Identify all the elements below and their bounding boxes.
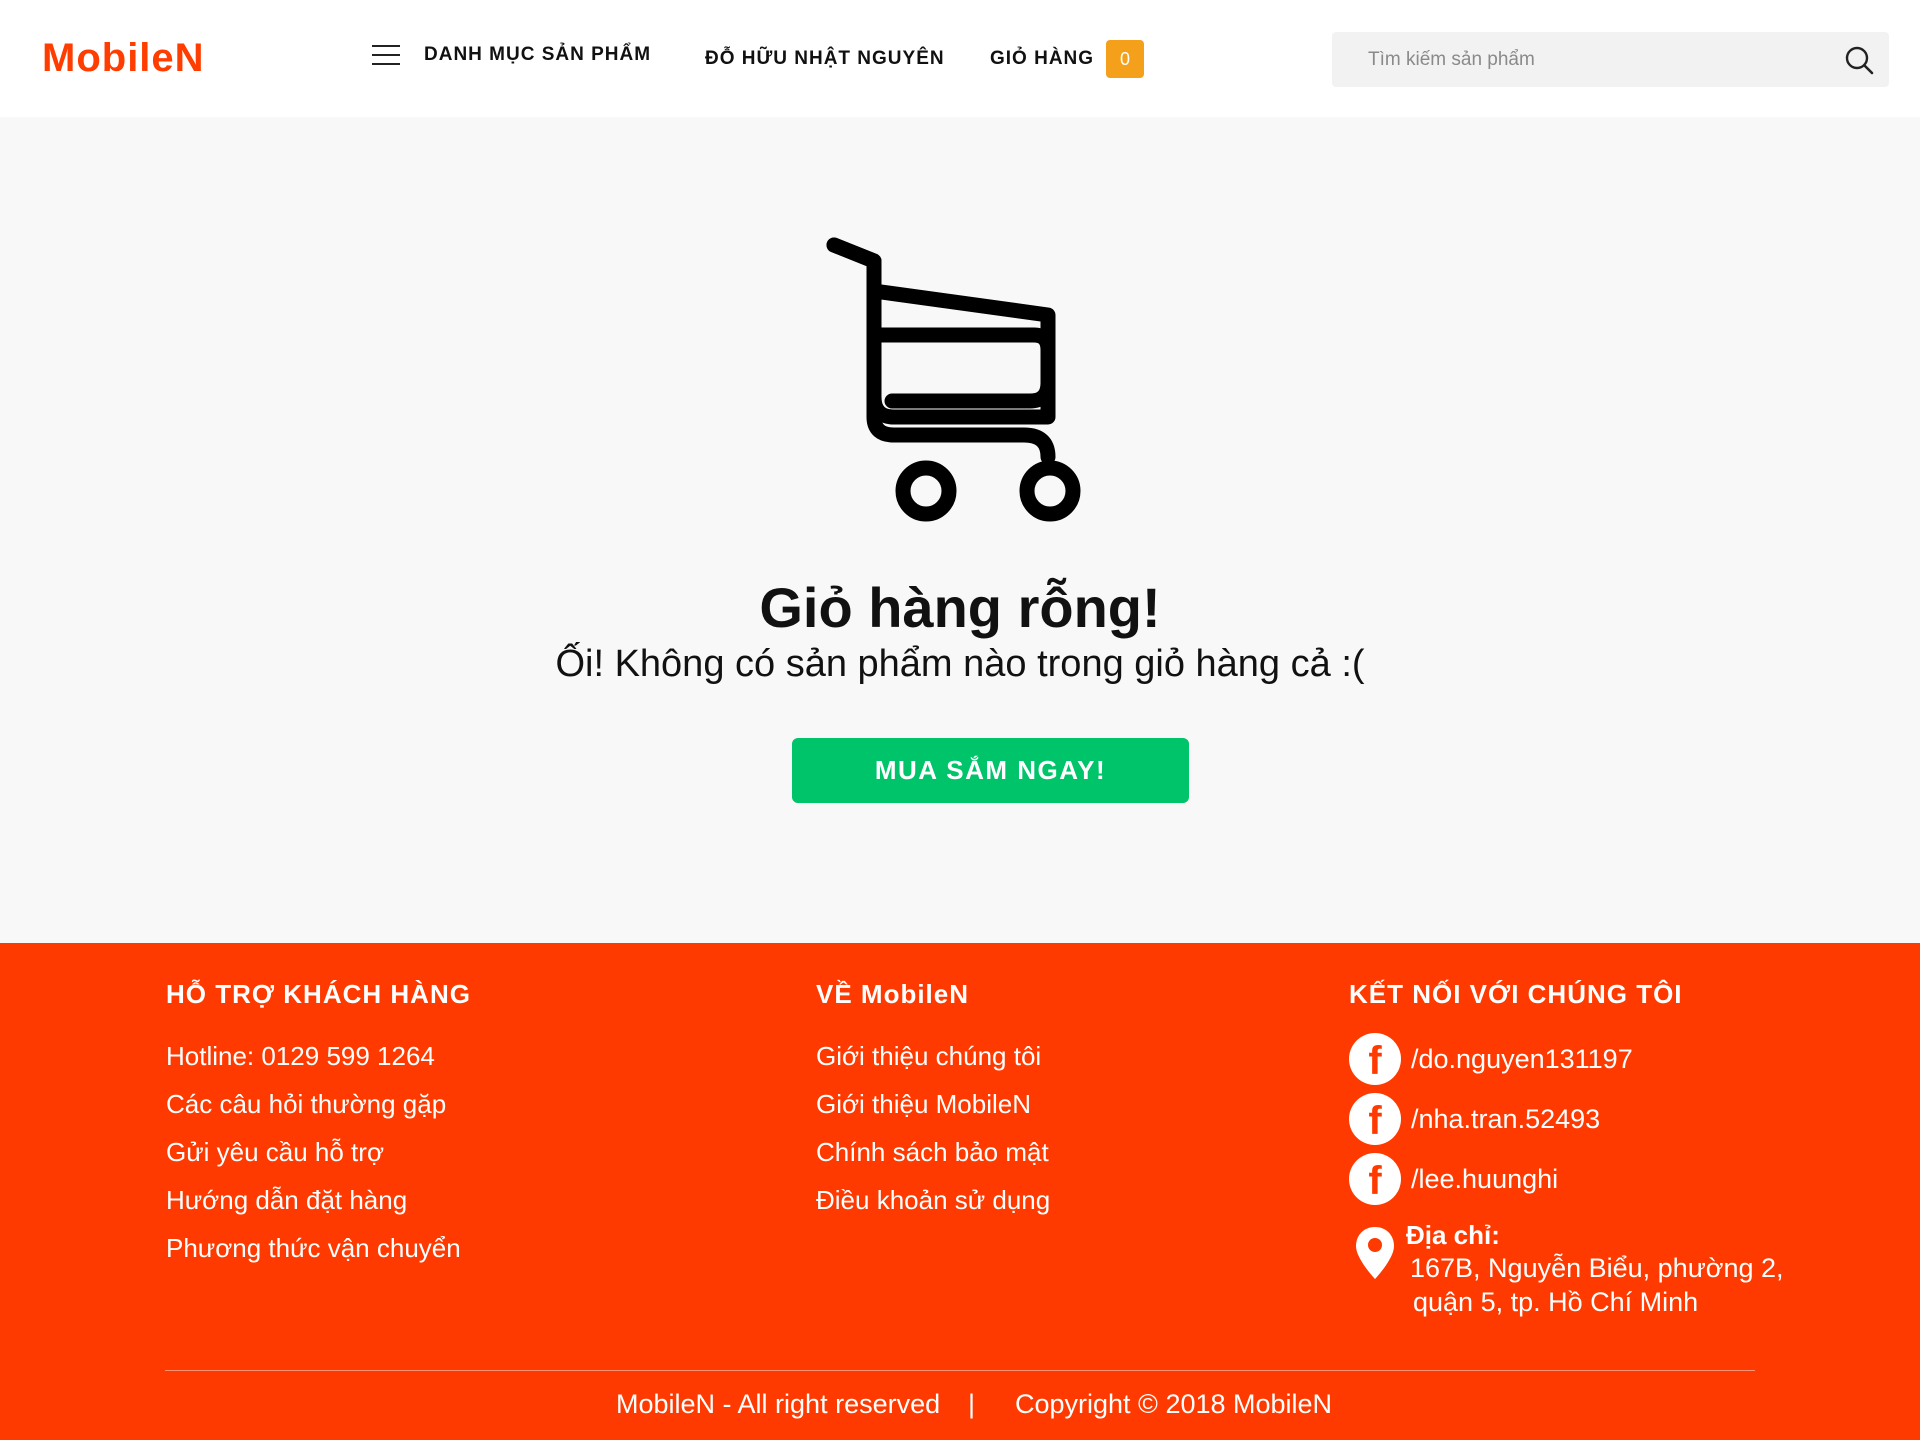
- hamburger-icon[interactable]: [372, 45, 400, 65]
- footer-divider: [165, 1370, 1755, 1371]
- cart-count-badge: 0: [1106, 40, 1145, 78]
- connect-column-title: KẾT NỐI VỚI CHÚNG TÔI: [1349, 979, 1683, 1009]
- facebook-link-3[interactable]: f /lee.huunghi: [1349, 1153, 1558, 1205]
- about-column-title: VỀ MobileN: [816, 979, 970, 1009]
- footer-separator: |: [968, 1389, 976, 1419]
- empty-cart-message: Ối! Không có sản phẩm nào trong giỏ hàng…: [555, 643, 1365, 685]
- footer-link-order-guide[interactable]: Hướng dẫn đặt hàng: [166, 1185, 407, 1216]
- category-menu-button[interactable]: DANH MỤC SẢN PHẨM: [372, 44, 651, 66]
- shopping-cart-icon: [826, 237, 1081, 522]
- footer-link-about-mobilen[interactable]: Giới thiệu MobileN: [816, 1089, 1031, 1120]
- search-bar: [1332, 32, 1889, 87]
- facebook-handle[interactable]: /lee.huunghi: [1411, 1164, 1558, 1195]
- facebook-icon[interactable]: f: [1349, 1033, 1401, 1085]
- facebook-handle[interactable]: /do.nguyen131197: [1411, 1044, 1633, 1075]
- address-label: Địa chỉ:: [1406, 1220, 1500, 1250]
- facebook-icon[interactable]: f: [1349, 1093, 1401, 1145]
- empty-cart-title: Giỏ hàng rỗng!: [759, 576, 1161, 639]
- footer-link-privacy[interactable]: Chính sách bảo mật: [816, 1137, 1049, 1168]
- facebook-icon[interactable]: f: [1349, 1153, 1401, 1205]
- user-account-link[interactable]: ĐỖ HỮU NHẬT NGUYÊN: [705, 48, 945, 70]
- footer-link-shipping[interactable]: Phương thức vận chuyển: [166, 1233, 461, 1264]
- footer-link-about-us[interactable]: Giới thiệu chúng tôi: [816, 1041, 1041, 1072]
- search-icon[interactable]: [1843, 44, 1875, 76]
- address-line-2: quận 5, tp. Hồ Chí Minh: [1413, 1287, 1699, 1317]
- address-line-1: 167B, Nguyễn Biểu, phường 2,: [1410, 1253, 1784, 1283]
- site-footer: HỖ TRỢ KHÁCH HÀNG Hotline: 0129 599 1264…: [0, 943, 1920, 1440]
- site-logo[interactable]: MobileN: [42, 36, 205, 81]
- footer-link-faq[interactable]: Các câu hỏi thường gặp: [166, 1089, 446, 1120]
- facebook-link-2[interactable]: f /nha.tran.52493: [1349, 1093, 1600, 1145]
- footer-link-hotline[interactable]: Hotline: 0129 599 1264: [166, 1041, 435, 1072]
- empty-cart-section: Giỏ hàng rỗng! Ối! Không có sản phẩm nào…: [0, 117, 1920, 943]
- footer-link-support-request[interactable]: Gửi yêu cầu hỗ trợ: [166, 1137, 384, 1168]
- support-column-title: HỖ TRỢ KHÁCH HÀNG: [166, 979, 471, 1009]
- cart-link[interactable]: GIỎ HÀNG 0: [990, 40, 1145, 78]
- map-pin-icon: [1356, 1227, 1394, 1279]
- top-header: MobileN DANH MỤC SẢN PHẨM ĐỖ HỮU NHẬT NG…: [0, 0, 1920, 117]
- footer-rights: MobileN - All right reserved: [616, 1389, 941, 1419]
- footer-link-terms[interactable]: Điều khoản sử dụng: [816, 1185, 1050, 1216]
- facebook-link-1[interactable]: f /do.nguyen131197: [1349, 1033, 1633, 1085]
- shop-now-button[interactable]: MUA SẮM NGAY!: [792, 738, 1189, 803]
- category-menu-label[interactable]: DANH MỤC SẢN PHẨM: [424, 44, 651, 66]
- cart-label[interactable]: GIỎ HÀNG: [990, 48, 1094, 70]
- facebook-handle[interactable]: /nha.tran.52493: [1411, 1104, 1600, 1135]
- search-input[interactable]: [1332, 32, 1822, 87]
- footer-copyright: Copyright © 2018 MobileN: [1015, 1389, 1333, 1419]
